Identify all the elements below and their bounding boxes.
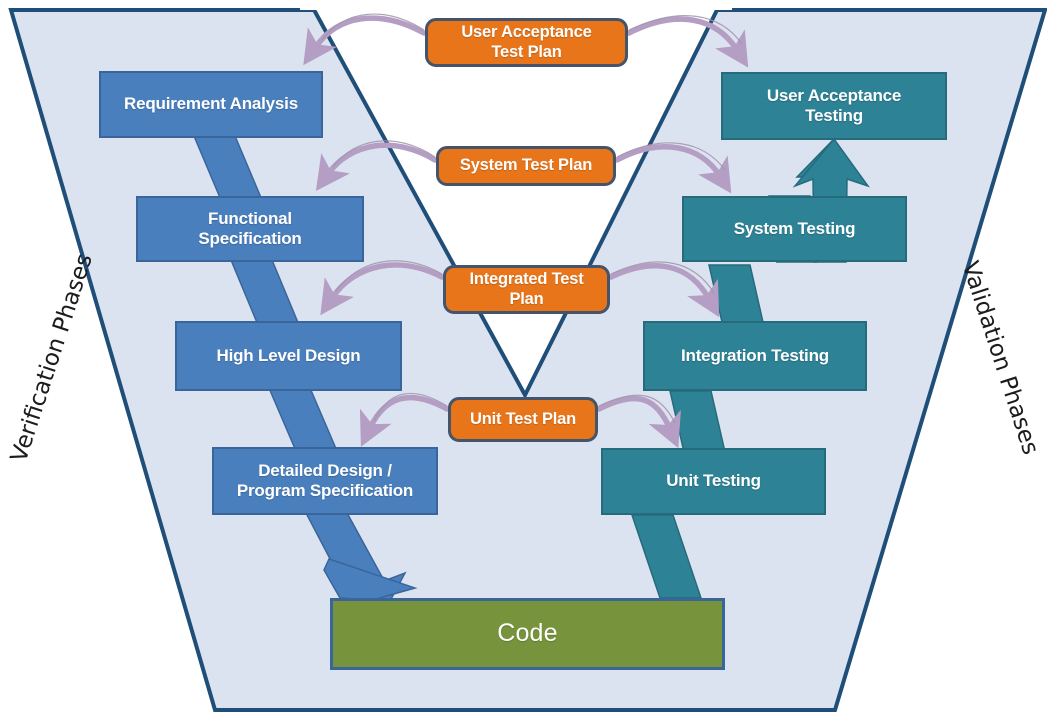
test-plan-label-unit: Unit Test Plan	[470, 409, 576, 428]
test-plan-box-system[interactable]: System Test Plan	[436, 146, 616, 186]
plan-arrow-system-to-functional	[315, 142, 438, 192]
plan-arrow-unit-to-detailed	[359, 394, 450, 447]
test-plan-box-unit[interactable]: Unit Test Plan	[448, 397, 598, 442]
plan-link-arrow-layer	[303, 13, 749, 449]
plan-arrow-integrated-to-integration	[608, 263, 720, 318]
test-plan-label-system: System Test Plan	[459, 156, 593, 175]
plan-arrow-integrated-to-highlevel	[320, 262, 445, 316]
test-plan-box-integrated[interactable]: Integrated Test Plan	[443, 265, 610, 314]
test-plan-box-user-acceptance[interactable]: User Acceptance Test Plan	[425, 18, 628, 67]
v-model-diagram: Requirement Analysis Functional Specifica…	[0, 0, 1047, 720]
plan-arrow-uat-to-requirement	[303, 15, 427, 66]
test-plan-label-integrated: Integrated Test Plan	[469, 270, 584, 308]
test-plan-label-user-acceptance: User Acceptance Test Plan	[461, 23, 592, 61]
